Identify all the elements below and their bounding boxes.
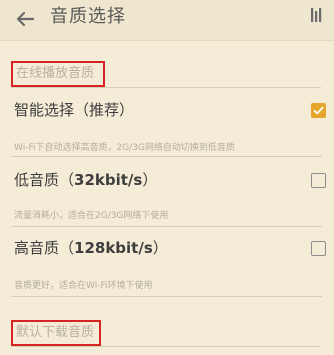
section-header-online: 在线播放音质 (11, 61, 321, 88)
option-title-high-suffix: ） (152, 239, 168, 257)
option-desc-high: 音质更好，适合在Wi-Fi环境下使用 (14, 281, 153, 291)
section-header-download: 默认下载音质 (11, 320, 321, 347)
back-button[interactable] (10, 4, 40, 34)
option-title-low-prefix: 低音质（ (14, 171, 75, 189)
option-title-smart: 智能选择（推荐） (14, 100, 134, 120)
checkbox-high-quality[interactable] (311, 241, 326, 256)
option-title-high-prefix: 高音质（ (14, 239, 75, 257)
option-title-smart-text: 智能选择（推荐） (14, 101, 135, 119)
section-label-download: 默认下载音质 (16, 325, 95, 340)
equalizer-icon[interactable] (300, 0, 332, 32)
option-desc-smart: Wi-Fi下自动选择高音质，2G/3G网络自动切换到低音质 (14, 143, 235, 153)
divider (11, 156, 322, 157)
checkbox-low-quality[interactable] (311, 173, 326, 188)
page-title: 音质选择 (50, 6, 126, 27)
divider (11, 296, 322, 297)
divider (11, 226, 322, 227)
option-smart-select[interactable]: 智能选择（推荐） Wi-Fi下自动选择高音质，2G/3G网络自动切换到低音质 (0, 100, 334, 168)
option-low-quality[interactable]: 低音质（32kbit/s） 流量消耗小，适合在2G/3G网络下使用 (0, 170, 334, 238)
option-bitrate-high: 128kbit/s (74, 239, 153, 257)
equalizer-button[interactable] (300, 0, 332, 32)
app-bar: 音质选择 (0, 0, 334, 41)
option-bitrate-low: 32kbit/s (74, 171, 143, 189)
option-title-high: 高音质（128kbit/s） (14, 238, 168, 258)
checkbox-smart-select[interactable] (311, 103, 326, 118)
arrow-left-icon[interactable] (10, 4, 40, 34)
option-desc-low: 流量消耗小，适合在2G/3G网络下使用 (14, 211, 169, 221)
option-title-low: 低音质（32kbit/s） (14, 170, 157, 190)
section-label-online: 在线播放音质 (16, 66, 95, 81)
option-title-low-suffix: ） (142, 171, 158, 189)
checkmark-icon (311, 103, 326, 118)
